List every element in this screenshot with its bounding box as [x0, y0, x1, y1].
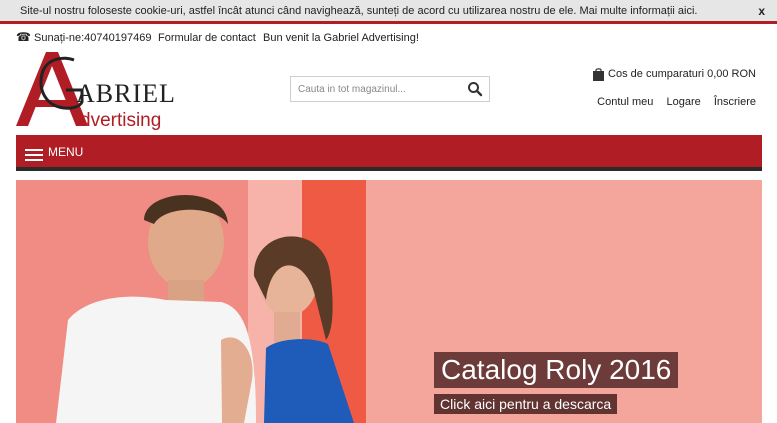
search-icon[interactable]: [467, 81, 483, 97]
login-link[interactable]: Logare: [666, 96, 700, 108]
contact-form-link[interactable]: Formular de contact: [158, 32, 256, 44]
hero-banner[interactable]: Catalog Roly 2016 Click aici pentru a de…: [16, 180, 762, 423]
register-link[interactable]: Înscriere: [714, 96, 756, 108]
cookie-message: Site-ul nostru foloseste cookie-uri, ast…: [20, 5, 698, 17]
svg-text:dvertising: dvertising: [80, 110, 161, 130]
shopping-bag-icon: [593, 68, 605, 81]
hero-title: Catalog Roly 2016: [434, 352, 679, 388]
welcome-message: Bun venit la Gabriel Advertising!: [263, 32, 419, 44]
my-account-link[interactable]: Contul meu: [597, 96, 653, 108]
download-catalog-button[interactable]: Click aici pentru a descarca: [434, 394, 618, 414]
main-menu-toggle[interactable]: MENU: [16, 135, 762, 171]
search-form: [290, 76, 490, 102]
search-input[interactable]: [291, 77, 461, 101]
svg-text:ABRIEL: ABRIEL: [76, 79, 176, 108]
cookie-close-button[interactable]: x: [758, 4, 765, 18]
cart-summary: Cos de cumparaturi 0,00 RON: [608, 68, 756, 80]
shopping-cart-link[interactable]: Cos de cumparaturi 0,00 RON: [593, 68, 756, 84]
account-links: Contul meu Logare Înscriere: [587, 96, 756, 108]
phone-number: Sunați-ne:40740197469: [34, 32, 152, 44]
gabriel-advertising-logo: ABRIEL dvertising: [16, 52, 176, 131]
menu-label: MENU: [48, 145, 84, 159]
phone-icon: ☎: [16, 30, 31, 44]
top-info-bar: ☎ Sunați-ne:40740197469 Formular de cont…: [0, 30, 777, 48]
cookie-banner: Site-ul nostru foloseste cookie-uri, ast…: [0, 0, 777, 24]
hamburger-icon: [25, 149, 43, 161]
site-logo[interactable]: ABRIEL dvertising: [16, 52, 186, 131]
